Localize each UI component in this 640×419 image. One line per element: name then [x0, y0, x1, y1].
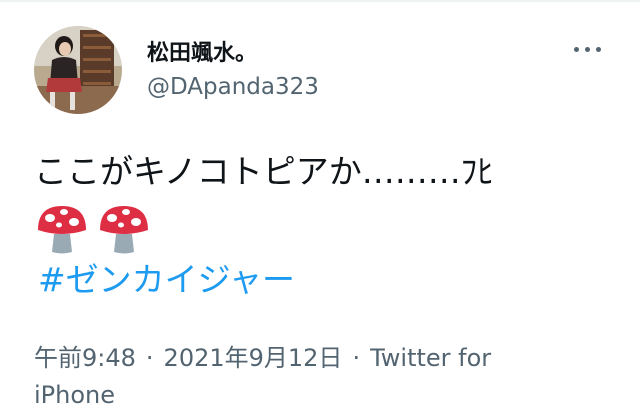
meta-separator: ·: [352, 344, 361, 372]
meta-separator: ·: [145, 344, 154, 372]
dot: [574, 46, 579, 52]
display-name[interactable]: 松田颯水。: [147, 35, 257, 67]
avatar[interactable]: [34, 26, 122, 114]
more-options-icon[interactable]: [574, 42, 610, 56]
mushroom-emoji: [38, 206, 86, 254]
dot: [596, 46, 601, 52]
mushroom-emoji: [100, 206, 148, 254]
hashtag-link[interactable]: #ゼンカイジャー: [38, 258, 295, 302]
top-divider: [0, 0, 640, 2]
tweet-meta: 午前9:48 · 2021年9月12日 · Twitter for iPhone: [34, 340, 574, 414]
avatar-photo: [34, 26, 122, 114]
tweet-text: ここがキノコトピアか………ﾌﾋ: [34, 152, 494, 191]
user-handle[interactable]: @DApanda323: [147, 74, 319, 100]
dot: [585, 46, 590, 52]
tweet-date[interactable]: 2021年9月12日: [164, 344, 343, 372]
emoji-row: [34, 200, 152, 256]
tweet-time[interactable]: 午前9:48: [34, 344, 136, 372]
